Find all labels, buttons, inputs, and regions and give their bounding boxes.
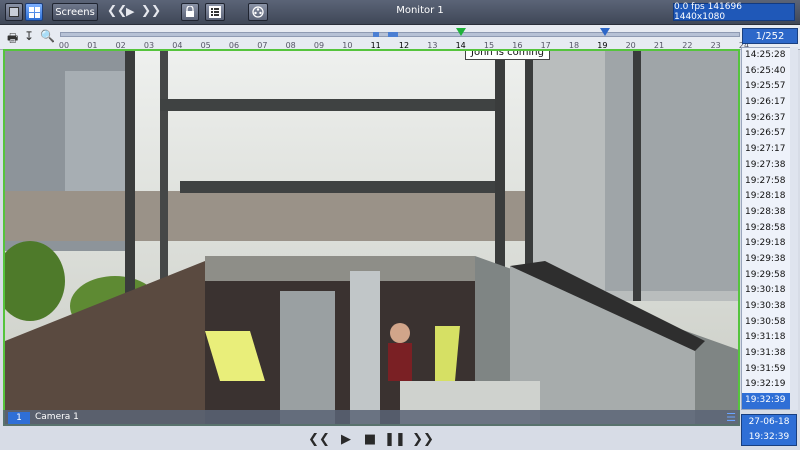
archive-button[interactable] — [248, 3, 268, 21]
date-label: 27-06-18 — [748, 417, 790, 427]
time-list-item[interactable]: 19:27:38 — [742, 158, 796, 174]
time-list-item[interactable]: 19:25:57 — [742, 79, 796, 95]
time-list-item[interactable]: 19:26:57 — [742, 126, 796, 142]
screens-button[interactable]: Screens — [52, 3, 98, 21]
time-list-item[interactable]: 19:30:38 — [742, 299, 796, 315]
film-reel-icon — [252, 6, 264, 18]
time-list-item[interactable]: 19:28:58 — [742, 221, 796, 237]
time-list-item[interactable]: 19:30:18 — [742, 283, 796, 299]
time-list-item[interactable]: 16:25:40 — [742, 64, 796, 80]
print-icon[interactable]: 🖶 — [7, 29, 18, 50]
event-tooltip: John is coming — [465, 51, 550, 60]
list-icon — [209, 6, 221, 18]
time-list-item[interactable]: 19:26:17 — [742, 95, 796, 111]
play-icon[interactable]: ▶ — [336, 430, 356, 448]
rewind-icon[interactable]: ❮❮ — [107, 3, 127, 17]
time-list-item[interactable]: 14:25:28 — [742, 48, 796, 64]
grid-icon — [28, 6, 40, 18]
time-list-item[interactable]: 19:31:38 — [742, 346, 796, 362]
time-list[interactable]: 14:25:28 16:25:40 19:25:57 19:26:17 19:26:37… — [741, 47, 797, 410]
page-indicator: 1/252 — [742, 28, 798, 44]
recording-segment — [373, 32, 379, 37]
stream-info: 0.0 fps 141696 1440x1080 — [673, 2, 795, 22]
time-list-item[interactable]: 19:28:38 — [742, 205, 796, 221]
search-icon[interactable]: 🔍 — [40, 29, 55, 43]
time-list-item[interactable]: 19:27:17 — [742, 142, 796, 158]
playback-controls: ❮❮ ▶ ■ ❚❚ ❯❯ — [0, 427, 740, 450]
time-list-item[interactable]: 19:29:38 — [742, 252, 796, 268]
camera-footer: 1 Camera 1 ☰ — [3, 410, 740, 426]
top-toolbar: Screens ❮❮ ▶ ❯❯ Monitor 1 0.0 fps 141696… — [0, 0, 800, 25]
time-list-item[interactable]: 19:28:18 — [742, 189, 796, 205]
step-forward-icon[interactable]: ❯❯ — [412, 430, 434, 448]
time-list-item[interactable]: 19:32:39 — [742, 393, 796, 409]
datetime-display: 27-06-18 19:32:39 — [741, 414, 797, 446]
monitor-title: Monitor 1 — [396, 5, 444, 16]
lock-button[interactable] — [181, 3, 199, 21]
event-list-button[interactable] — [205, 3, 225, 21]
time-list-item[interactable]: 19:26:37 — [742, 111, 796, 127]
camera-name: Camera 1 — [35, 412, 79, 422]
time-list-item[interactable]: 19:29:58 — [742, 268, 796, 284]
single-layout-button[interactable] — [5, 3, 23, 21]
timeline-line — [60, 32, 740, 37]
stop-icon[interactable]: ■ — [360, 430, 380, 448]
time-list-item[interactable]: 19:30:58 — [742, 315, 796, 331]
pause-icon[interactable]: ❚❚ — [384, 430, 406, 448]
camera-number: 1 — [8, 412, 30, 424]
time-list-scrollbar[interactable] — [790, 47, 798, 410]
step-back-icon[interactable]: ❮❮ — [308, 430, 330, 448]
play-icon[interactable]: ▶ — [126, 5, 134, 18]
square-icon — [9, 7, 19, 17]
timeline-track[interactable]: 00 01 02 03 04 05 06 07 08 09 10 11 12 13 14 15 16 17 18 19… — [59, 28, 749, 50]
time-list-item[interactable]: 19:27:58 — [742, 174, 796, 190]
recording-segment — [388, 32, 398, 37]
download-icon[interactable]: ↧ — [24, 29, 34, 43]
time-list-item[interactable]: 19:29:18 — [742, 236, 796, 252]
time-list-item[interactable]: 19:32:19 — [742, 377, 796, 393]
current-position-marker[interactable] — [456, 28, 466, 36]
time-list-item[interactable]: 19:31:59 — [742, 362, 796, 378]
video-frame-image — [5, 51, 738, 424]
time-list-item[interactable]: 19:31:18 — [742, 330, 796, 346]
timeline-bar: 🖶 ↧ 🔍 00 01 02 03 04 05 06 07 08 09 10 11 12 13 14 15 16… — [0, 25, 800, 50]
fast-forward-icon[interactable]: ❯❯ — [141, 3, 161, 17]
grid-layout-button[interactable] — [25, 3, 43, 21]
menu-icon[interactable]: ☰ — [726, 411, 736, 424]
lock-icon — [186, 6, 194, 17]
event-marker[interactable] — [600, 28, 610, 36]
time-label: 19:32:39 — [748, 432, 790, 442]
camera-video[interactable]: John is coming — [3, 49, 740, 426]
